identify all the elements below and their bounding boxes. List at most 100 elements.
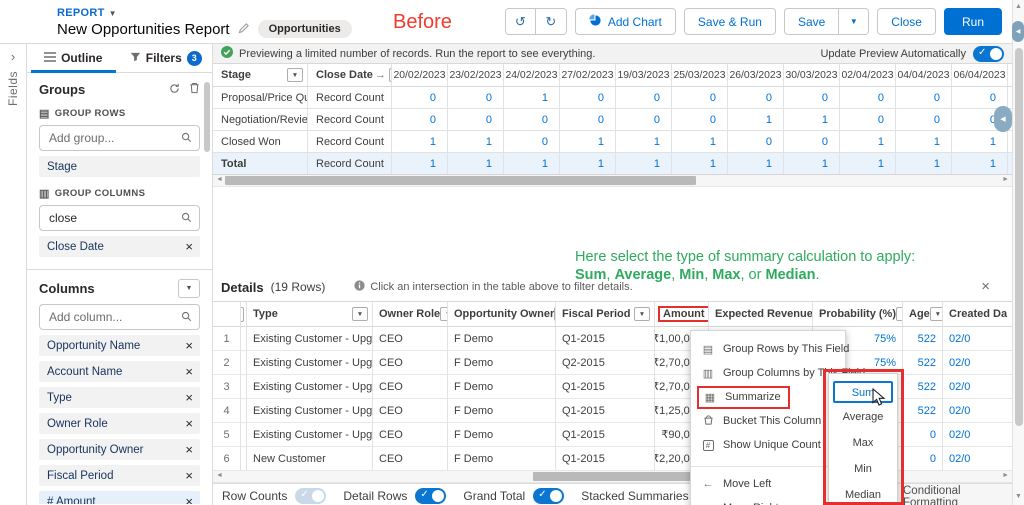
remove-icon[interactable]: × <box>185 443 193 456</box>
details-cell[interactable]: 02/0 <box>943 375 1012 398</box>
details-cell[interactable]: Q1-2015 <box>556 423 655 446</box>
matrix-value-cell[interactable]: 1 <box>392 153 448 174</box>
toggle-grand-total[interactable]: ✓ <box>533 488 565 504</box>
matrix-value-cell[interactable]: 1 <box>952 131 1008 152</box>
matrix-value-cell[interactable]: 1 <box>504 153 560 174</box>
scroll-right-icon[interactable]: ► <box>1002 176 1009 183</box>
matrix-value-cell[interactable]: 0 <box>896 87 952 108</box>
column-group-search-input[interactable] <box>39 205 200 231</box>
expand-panel-handle[interactable]: ◀ <box>1012 21 1024 42</box>
menu-item[interactable]: ▦ Summarize <box>691 385 845 409</box>
matrix-value-cell[interactable]: 0 <box>728 87 784 108</box>
tab-filters[interactable]: Filters 3 <box>120 44 213 72</box>
add-column-input[interactable] <box>39 304 200 330</box>
save-and-run-button[interactable]: Save & Run <box>683 8 776 35</box>
matrix-value-cell[interactable]: 1 <box>728 109 784 130</box>
matrix-value-cell[interactable]: 0 <box>560 87 616 108</box>
column-group-item[interactable]: Close Date × <box>39 236 200 257</box>
matrix-value-cell[interactable]: 0 <box>728 131 784 152</box>
column-item[interactable]: Opportunity Name × <box>39 335 200 356</box>
tab-outline[interactable]: Outline <box>27 44 120 73</box>
close-button[interactable]: Close <box>877 8 936 35</box>
matrix-value-cell[interactable]: 1 <box>840 153 896 174</box>
details-cell[interactable]: CEO <box>373 399 448 422</box>
menu-item[interactable]: # Show Unique Count <box>691 433 845 457</box>
remove-icon[interactable]: × <box>185 339 193 352</box>
matrix-value-cell[interactable]: 1 <box>560 131 616 152</box>
toggle-detail-rows[interactable]: ✓ <box>415 488 447 504</box>
remove-icon[interactable]: × <box>185 365 193 378</box>
column-item[interactable]: Fiscal Period × <box>39 465 200 486</box>
swap-groups-icon[interactable] <box>169 82 180 97</box>
matrix-value-cell[interactable]: 1 <box>504 87 560 108</box>
details-cell[interactable]: F Demo <box>448 423 556 446</box>
column-item[interactable]: Opportunity Owner × <box>39 439 200 460</box>
details-cell[interactable]: Existing Customer - Upgrade <box>247 375 373 398</box>
details-cell[interactable]: CEO <box>373 375 448 398</box>
scroll-down-icon[interactable]: ▼ <box>1013 493 1024 500</box>
matrix-value-cell[interactable]: 1 <box>392 131 448 152</box>
scrollbar-thumb[interactable] <box>1015 48 1023 426</box>
toggle-row-counts[interactable]: ✓ <box>295 488 327 504</box>
matrix-value-cell[interactable]: 0 <box>560 109 616 130</box>
remove-icon[interactable]: × <box>185 417 193 430</box>
details-column-header[interactable]: Fiscal Period ▼ <box>556 302 655 326</box>
summary-option-min[interactable]: Min <box>833 459 893 481</box>
matrix-value-cell[interactable]: 1 <box>448 131 504 152</box>
details-cell[interactable]: 02/0 <box>943 423 1012 446</box>
matrix-date-header[interactable]: 06/04/2023 <box>952 64 1008 86</box>
matrix-value-cell[interactable]: 0 <box>840 87 896 108</box>
details-cell[interactable]: 02/0 <box>943 447 1012 470</box>
details-cell[interactable]: 522 <box>903 351 943 374</box>
column-dropdown-icon[interactable]: ▼ <box>287 68 303 82</box>
details-cell[interactable]: Existing Customer - Upgrade <box>247 351 373 374</box>
summary-option-average[interactable]: Average <box>833 407 893 429</box>
matrix-value-cell[interactable]: 0 <box>504 131 560 152</box>
details-cell[interactable]: F Demo <box>448 351 556 374</box>
save-button[interactable]: Save <box>783 8 840 35</box>
matrix-date-header[interactable]: 02/04/2023 <box>840 64 896 86</box>
conditional-formatting-button[interactable]: Conditional Formatting <box>884 484 1012 505</box>
matrix-value-cell[interactable]: 1 <box>672 131 728 152</box>
matrix-stage-cell[interactable]: Proposal/Price Quote <box>213 87 308 108</box>
matrix-value-cell[interactable]: 0 <box>392 109 448 130</box>
details-cell[interactable]: F Demo <box>448 375 556 398</box>
details-cell[interactable]: 02/0 <box>943 351 1012 374</box>
details-cell[interactable]: Existing Customer - Upgrade <box>247 399 373 422</box>
menu-item[interactable]: ▥ Group Columns by This Field <box>691 361 865 385</box>
matrix-value-cell[interactable]: 0 <box>672 109 728 130</box>
matrix-col-dim-header[interactable]: Close Date → ▼ <box>308 64 392 86</box>
details-cell[interactable]: F Demo <box>448 447 556 470</box>
details-cell[interactable]: CEO <box>373 447 448 470</box>
matrix-value-cell[interactable]: 1 <box>448 153 504 174</box>
matrix-value-cell[interactable]: 0 <box>896 109 952 130</box>
add-chart-button[interactable]: Add Chart <box>574 8 676 35</box>
details-cell[interactable]: Existing Customer - Upgrade <box>247 423 373 446</box>
column-dropdown-icon[interactable]: ▼ <box>896 307 902 321</box>
details-cell[interactable]: 522 <box>903 327 943 350</box>
matrix-value-cell[interactable]: 1 <box>560 153 616 174</box>
add-group-input[interactable] <box>39 125 200 151</box>
column-item[interactable]: Type × <box>39 387 200 408</box>
menu-item[interactable]: →Move Right <box>691 496 845 505</box>
details-cell[interactable]: 522 <box>903 375 943 398</box>
scroll-left-icon[interactable]: ◄ <box>216 472 223 479</box>
summary-option-median[interactable]: Median <box>833 485 893 505</box>
matrix-horizontal-scrollbar[interactable]: ◄ ► <box>213 175 1012 187</box>
details-cell[interactable]: Q1-2015 <box>556 375 655 398</box>
matrix-value-cell[interactable]: 0 <box>616 109 672 130</box>
column-item[interactable]: # Amount × <box>39 491 200 504</box>
matrix-value-cell[interactable]: 1 <box>728 153 784 174</box>
matrix-value-cell[interactable]: 1 <box>784 109 840 130</box>
close-details-icon[interactable]: × <box>981 279 990 294</box>
details-column-header[interactable]: Age ▼ <box>903 302 943 326</box>
details-cell[interactable]: CEO <box>373 423 448 446</box>
details-column-header[interactable]: Created Da <box>943 302 1012 326</box>
matrix-value-cell[interactable]: 0 <box>616 87 672 108</box>
scroll-right-icon[interactable]: ► <box>1002 472 1009 479</box>
matrix-stage-cell[interactable]: Closed Won <box>213 131 308 152</box>
column-dropdown-icon[interactable]: ▼ <box>929 307 942 321</box>
matrix-date-header[interactable]: 27/02/2023 <box>560 64 616 86</box>
details-cell[interactable]: Existing Customer - Upgrade <box>247 327 373 350</box>
matrix-value-cell[interactable]: 1 <box>896 153 952 174</box>
